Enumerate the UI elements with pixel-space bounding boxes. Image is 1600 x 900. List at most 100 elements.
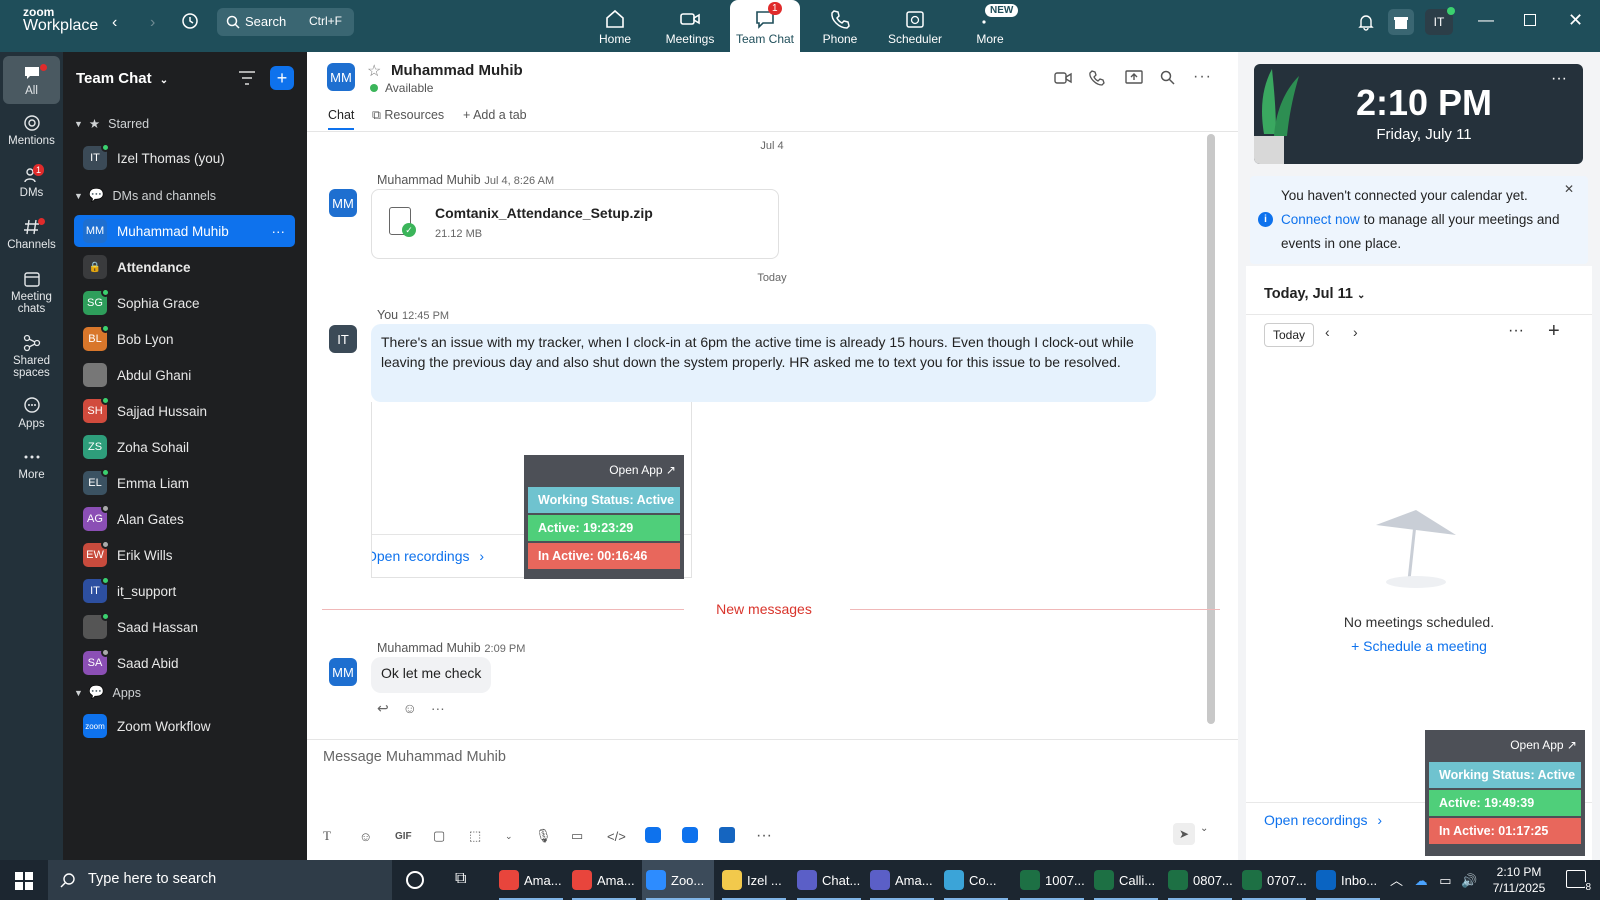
sidebar-item-muhammad-muhib[interactable]: MM Muhammad Muhib ··· (74, 215, 295, 247)
calendar-more-icon[interactable]: ··· (1508, 322, 1524, 340)
message-bubble[interactable]: There's an issue with my tracker, when I… (371, 324, 1156, 402)
notification-center-icon[interactable]: 8 (1566, 870, 1591, 893)
file-icon[interactable]: ▢ (433, 828, 469, 844)
rail-more[interactable]: More (0, 448, 63, 481)
taskbar-app[interactable]: Zoo... (642, 860, 714, 900)
dropdown-icon[interactable]: ⌄ (505, 831, 535, 842)
rail-all[interactable]: All (3, 56, 60, 104)
app-icon-1[interactable] (645, 826, 682, 846)
taskbar-app[interactable]: Inbo... (1312, 860, 1384, 900)
restore-icon[interactable] (1524, 14, 1536, 26)
app-icon-2[interactable] (682, 826, 719, 846)
sender-name[interactable]: Muhammad Muhib (377, 641, 481, 655)
sidebar-item-saad-hassan[interactable]: Saad Hassan (74, 611, 295, 643)
previous-day-icon[interactable]: ‹ (1325, 324, 1330, 340)
video-message-icon[interactable]: ▭ (571, 828, 607, 844)
tab-resources[interactable]: ⧉ Resources (372, 108, 444, 123)
message-input[interactable]: Message Muhammad Muhib (323, 749, 1203, 809)
more-options-icon[interactable]: ··· (272, 224, 286, 239)
sidebar-item-erik-wills[interactable]: EW Erik Wills (74, 539, 295, 571)
tab-add[interactable]: + Add a tab (463, 108, 527, 122)
section-apps[interactable]: ▼ 💬 Apps (74, 685, 141, 700)
rail-apps[interactable]: Apps (0, 397, 63, 430)
sidebar-item-sophia-grace[interactable]: SG Sophia Grace (74, 287, 295, 319)
contact-avatar[interactable]: MM (327, 63, 355, 91)
more-actions-icon[interactable]: ··· (431, 700, 445, 716)
sender-name[interactable]: Muhammad Muhib (377, 173, 481, 187)
sender-avatar[interactable]: MM (329, 658, 357, 686)
bell-icon[interactable] (1357, 13, 1375, 31)
sidebar-item-abdul-ghani[interactable]: Abdul Ghani (74, 359, 295, 391)
share-screen-icon[interactable] (1125, 70, 1143, 86)
gift-icon[interactable] (1388, 9, 1414, 35)
file-attachment[interactable]: ✓ Comtanix_Attendance_Setup.zip 21.12 MB (371, 189, 779, 259)
open-app-button[interactable]: Open App ↗ (528, 459, 680, 485)
send-icon[interactable]: ➤ (1173, 823, 1195, 845)
system-tray-icons[interactable]: ︿ ☁ ▭ 🔊 (1390, 870, 1477, 889)
add-event-icon[interactable]: + (1548, 320, 1560, 343)
open-recordings-link[interactable]: Open recordings › (1264, 812, 1382, 828)
tab-more[interactable]: NEW More (955, 0, 1025, 52)
clock-more-icon[interactable]: ··· (1551, 70, 1567, 88)
close-icon[interactable]: ✕ (1568, 10, 1583, 31)
taskbar-app[interactable]: 1007... (1016, 860, 1088, 900)
tab-team-chat[interactable]: 1 Team Chat (730, 0, 800, 52)
emoji-icon[interactable]: ☺ (359, 829, 395, 844)
sidebar-item-zoha-sohail[interactable]: ZS Zoha Sohail (74, 431, 295, 463)
sidebar-item-emma-liam[interactable]: EL Emma Liam (74, 467, 295, 499)
sidebar-item-zoom-workflow[interactable]: zoom Zoom Workflow (74, 710, 295, 742)
sidebar-item-saad-abid[interactable]: SA Saad Abid (74, 647, 295, 679)
sender-avatar[interactable]: MM (329, 189, 357, 217)
cortana-icon[interactable] (406, 871, 424, 889)
more-options-icon[interactable]: ··· (1193, 68, 1212, 86)
connect-now-link[interactable]: Connect now (1281, 212, 1360, 227)
send-options-icon[interactable]: ⌄ (1200, 823, 1208, 834)
contact-name[interactable]: Muhammad Muhib (391, 62, 523, 79)
taskbar-app[interactable]: Ama... (568, 860, 640, 900)
schedule-meeting-link[interactable]: + Schedule a meeting (1246, 638, 1592, 654)
open-app-button[interactable]: Open App ↗ (1429, 734, 1581, 760)
tab-chat[interactable]: Chat (328, 108, 355, 130)
message-bubble[interactable]: Ok let me check (371, 657, 492, 693)
taskbar-app[interactable]: Izel ... (718, 860, 790, 900)
taskbar-app[interactable]: 0707... (1238, 860, 1310, 900)
search-icon[interactable] (1160, 70, 1175, 85)
scrollbar[interactable] (1207, 134, 1215, 724)
app-icon-3[interactable] (719, 826, 756, 846)
phone-icon[interactable] (1089, 70, 1105, 86)
filter-icon[interactable] (238, 70, 256, 86)
format-text-icon[interactable]: T (323, 828, 359, 844)
tab-scheduler[interactable]: Scheduler (880, 0, 950, 52)
my-avatar[interactable]: IT (329, 325, 357, 353)
reply-icon[interactable]: ↩ (377, 700, 389, 716)
microphone-icon[interactable]: 🎙 (535, 828, 571, 844)
open-recordings-link[interactable]: Open recordings › (372, 548, 484, 564)
screenshot-icon[interactable]: ⬚ (469, 828, 505, 844)
sidebar-item-alan-gates[interactable]: AG Alan Gates (74, 503, 295, 535)
tab-home[interactable]: Home (580, 0, 650, 52)
sidebar-item-izel-thomas-you[interactable]: IT Izel Thomas (you) (74, 142, 295, 174)
taskbar-app[interactable]: Calli... (1090, 860, 1162, 900)
rail-dms[interactable]: 1 DMs (0, 164, 63, 199)
taskbar-search-box[interactable]: Type here to search (48, 860, 392, 900)
rail-channels[interactable]: Channels (0, 218, 63, 251)
forward-arrow-icon[interactable]: › (150, 14, 155, 32)
sidebar-item-bob-lyon[interactable]: BL Bob Lyon (74, 323, 295, 355)
tab-meetings[interactable]: Meetings (655, 0, 725, 52)
taskbar-app[interactable]: Chat... (793, 860, 865, 900)
back-arrow-icon[interactable]: ‹ (112, 14, 117, 32)
user-avatar[interactable]: IT (1425, 7, 1455, 35)
taskbar-app[interactable]: Ama... (495, 860, 567, 900)
close-icon[interactable]: ✕ (1564, 182, 1574, 196)
history-icon[interactable] (181, 12, 199, 33)
next-day-icon[interactable]: › (1353, 324, 1358, 340)
today-button[interactable]: Today (1264, 323, 1314, 347)
sidebar-title[interactable]: Team Chat ⌄ (76, 70, 168, 87)
more-tools-icon[interactable]: ··· (756, 827, 786, 845)
section-dms[interactable]: ▼ 💬 DMs and channels (74, 188, 216, 203)
star-outline-icon[interactable]: ☆ (367, 61, 381, 81)
code-icon[interactable]: </> (607, 829, 645, 844)
search-box[interactable]: Search Ctrl+F (217, 8, 354, 36)
sidebar-item-attendance[interactable]: 🔒 Attendance (74, 251, 295, 283)
section-starred[interactable]: ▼ ★ Starred (74, 116, 149, 132)
